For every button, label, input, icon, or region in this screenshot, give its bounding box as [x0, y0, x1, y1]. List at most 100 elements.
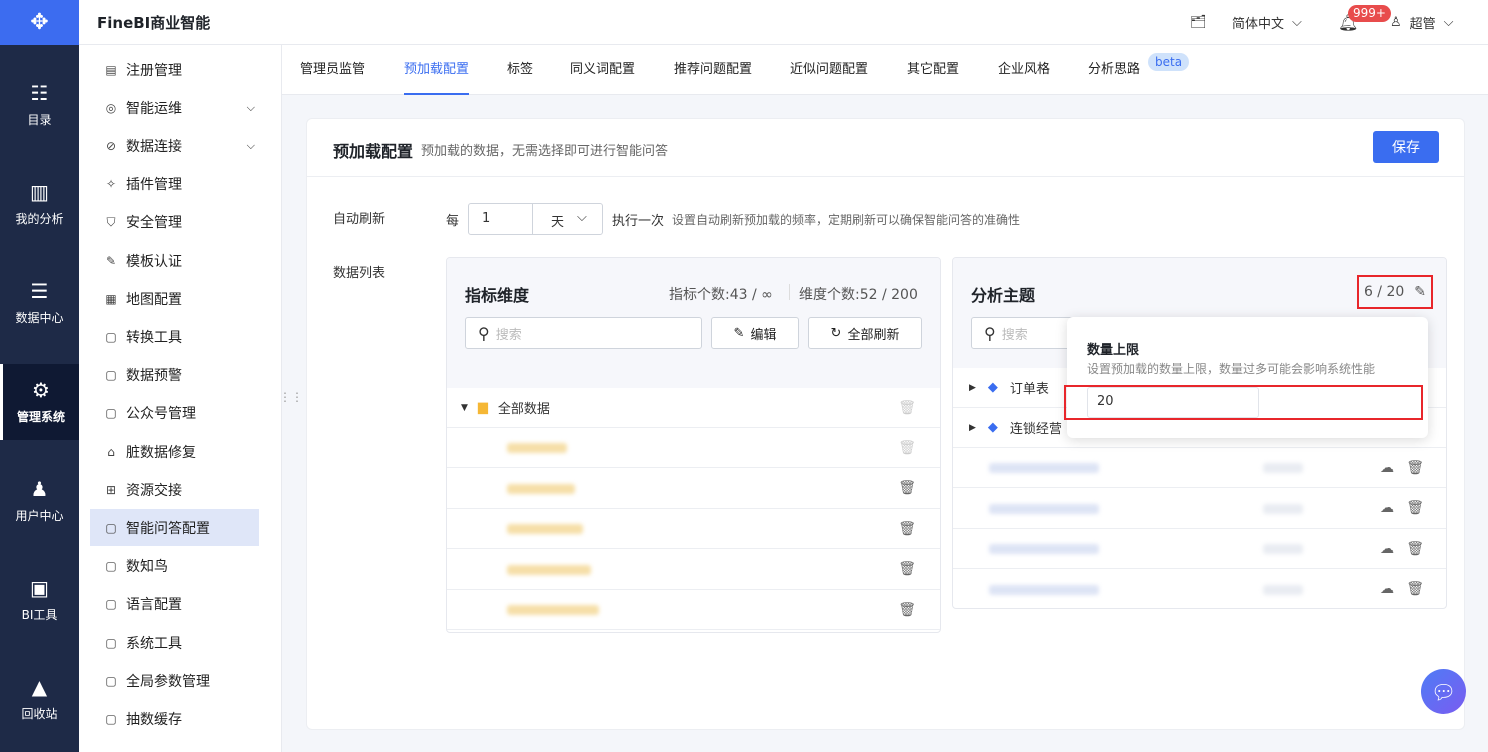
tree-row[interactable]: 🗑︎	[447, 428, 940, 468]
language-select[interactable]: 简体中文 ⌵	[1232, 0, 1302, 45]
rail-item[interactable]: ▲ 回收站	[0, 661, 79, 737]
menu-item[interactable]: ✎ 模板认证	[90, 242, 259, 279]
rail-item[interactable]: ♟ 用户中心	[0, 463, 79, 539]
refresh-hint: 设置自动刷新预加载的频率，定期刷新可以确保智能问答的准确性	[672, 213, 1021, 227]
tab[interactable]: 分析思路	[1088, 45, 1140, 95]
search-icon: ⚲	[984, 323, 996, 343]
catalog-icon: ☷	[30, 80, 49, 105]
trash-icon[interactable]: 🗑︎	[1406, 500, 1424, 516]
popover-title: 数量上限	[1087, 343, 1140, 358]
rail-item[interactable]: ▥ 我的分析	[0, 166, 79, 242]
toolbox-icon: ▣	[30, 575, 49, 600]
tab-bar: 管理员监管 预加载配置 标签 同义词配置 推荐问题配置 近似问题配置 其它配置 企业风格 分析思…	[282, 45, 1488, 95]
tab[interactable]: 同义词配置	[570, 45, 635, 95]
cloud-refresh-icon[interactable]: ☁	[1380, 541, 1394, 557]
resize-handle[interactable]: ⋮⋮	[279, 390, 303, 404]
menu-item[interactable]: ◎ 智能运维 ⌵	[90, 89, 259, 126]
trash-icon[interactable]: 🗑︎	[898, 440, 916, 456]
menu-item[interactable]: ▢ 转换工具	[90, 318, 259, 355]
menu-item[interactable]: ▦ 地图配置	[90, 280, 259, 317]
menu-icon: ▢	[105, 406, 117, 421]
topic-row[interactable]: ☁ 🗑︎	[953, 570, 1446, 609]
menu-item[interactable]: ▢ 数据预警	[90, 357, 259, 394]
interval-input[interactable]: 1	[482, 211, 490, 226]
menu-item[interactable]: ▢ 抽数缓存	[90, 700, 259, 737]
save-button[interactable]: 保存	[1373, 131, 1439, 163]
folder-icon: ▆	[477, 400, 488, 415]
refresh-all-button[interactable]: ↻ 全部刷新	[808, 317, 922, 349]
topic-icon: ◆	[987, 420, 998, 435]
unit-select[interactable]: 天	[551, 211, 564, 230]
caret-right-icon: ▶	[969, 382, 976, 393]
trash-icon[interactable]: 🗑︎	[1406, 460, 1424, 476]
chat-assistant-button[interactable]: 💬︎	[1421, 669, 1466, 714]
topic-count: 6 / 20	[1363, 284, 1405, 300]
edit-button[interactable]: ✎ 编辑	[711, 317, 799, 349]
rail-item[interactable]: ☷ 目录	[0, 67, 79, 143]
app-logo[interactable]: ✥	[0, 0, 79, 45]
user-menu[interactable]: ♙ 超管 ⌵	[1390, 0, 1454, 45]
user-icon: ♟	[30, 476, 49, 501]
tree-row[interactable]: 🗑︎	[447, 469, 940, 509]
pencil-icon[interactable]: ✎	[1414, 284, 1426, 300]
tree-row[interactable]: 🗑︎	[447, 550, 940, 590]
data-center-icon: ☰	[30, 278, 49, 303]
topic-row[interactable]: ☁ 🗑︎	[953, 448, 1446, 488]
tree-root[interactable]: ▼ ▆ 全部数据 🗑︎	[447, 388, 940, 428]
recycle-icon: ▲	[31, 674, 48, 699]
chevron-down-icon: ⌵	[577, 210, 587, 225]
page-subtitle: 预加载的数据，无需选择即可进行智能问答	[421, 144, 669, 159]
rail-item[interactable]: ⚙ 管理系统	[0, 364, 79, 440]
tree-row[interactable]: 🗑︎	[447, 590, 940, 630]
tab[interactable]: 管理员监管	[300, 45, 365, 95]
tab[interactable]: 预加载配置	[404, 45, 470, 95]
menu-item[interactable]: ▢ 语言配置	[90, 586, 259, 623]
menu-item[interactable]: ▢ 全局参数管理	[90, 662, 259, 699]
panel-title: 指标维度	[465, 286, 530, 305]
tab[interactable]: 近似问题配置	[790, 45, 868, 95]
divider	[307, 176, 1464, 177]
menu-icon: ◎	[105, 100, 117, 115]
menu-item[interactable]: ⛉ 安全管理	[90, 204, 259, 241]
cloud-refresh-icon[interactable]: ☁	[1380, 460, 1394, 476]
menu-item[interactable]: ▤ 注册管理	[90, 51, 259, 88]
menu-item[interactable]: ▢ 公众号管理	[90, 395, 259, 432]
menu-icon: ⌂	[107, 444, 115, 459]
trash-icon[interactable]: 🗑︎	[1406, 541, 1424, 557]
search-input[interactable]: ⚲ 搜索	[465, 317, 702, 349]
tab[interactable]: 标签	[507, 45, 533, 95]
tab[interactable]: 企业风格	[998, 45, 1050, 95]
limit-input[interactable]: 20	[1087, 387, 1259, 418]
menu-item[interactable]: ⊞ 资源交接	[90, 471, 259, 508]
menu-icon: ✎	[105, 253, 117, 268]
trash-icon: 🗑︎	[898, 399, 916, 416]
menu-item[interactable]: ✧ 插件管理	[90, 166, 259, 203]
tab[interactable]: 其它配置	[907, 45, 959, 95]
chevron-down-icon: ⌵	[1443, 15, 1454, 30]
trash-icon[interactable]: 🗑︎	[1406, 581, 1424, 597]
topic-row[interactable]: ☁ 🗑︎	[953, 489, 1446, 529]
metric-count: 指标个数:43 / ∞	[669, 287, 773, 303]
rail-item[interactable]: ▣ BI工具	[0, 562, 79, 638]
trash-icon[interactable]: 🗑︎	[898, 521, 916, 537]
menu-item[interactable]: ▢ 系统工具	[90, 624, 259, 661]
limit-popover: 数量上限 设置预加载的数量上限，数量过多可能会影响系统性能 20	[1064, 317, 1428, 438]
folder-settings-icon[interactable]: 🗂	[1190, 0, 1207, 45]
rail-item[interactable]: ☰ 数据中心	[0, 265, 79, 341]
cloud-refresh-icon[interactable]: ☁	[1380, 581, 1394, 597]
menu-item[interactable]: ▢ 智能问答配置	[90, 509, 259, 547]
trash-icon[interactable]: 🗑︎	[898, 602, 916, 618]
trash-icon[interactable]: 🗑︎	[898, 561, 916, 577]
menu-icon: ▢	[105, 368, 117, 383]
menu-item[interactable]: ⊘ 数据连接 ⌵	[90, 127, 259, 164]
tree-row[interactable]: 🗑︎	[447, 509, 940, 549]
topic-row[interactable]: ☁ 🗑︎	[953, 529, 1446, 569]
menu-icon: ▢	[105, 559, 117, 574]
cloud-refresh-icon[interactable]: ☁	[1380, 500, 1394, 516]
trash-icon[interactable]: 🗑︎	[898, 480, 916, 496]
topic-count-highlight[interactable]: 6 / 20 ✎	[1357, 275, 1433, 309]
menu-icon: ▢	[105, 711, 117, 726]
menu-item[interactable]: ▢ 数知鸟	[90, 548, 259, 585]
menu-item[interactable]: ⌂ 脏数据修复	[90, 433, 259, 470]
tab[interactable]: 推荐问题配置	[674, 45, 752, 95]
